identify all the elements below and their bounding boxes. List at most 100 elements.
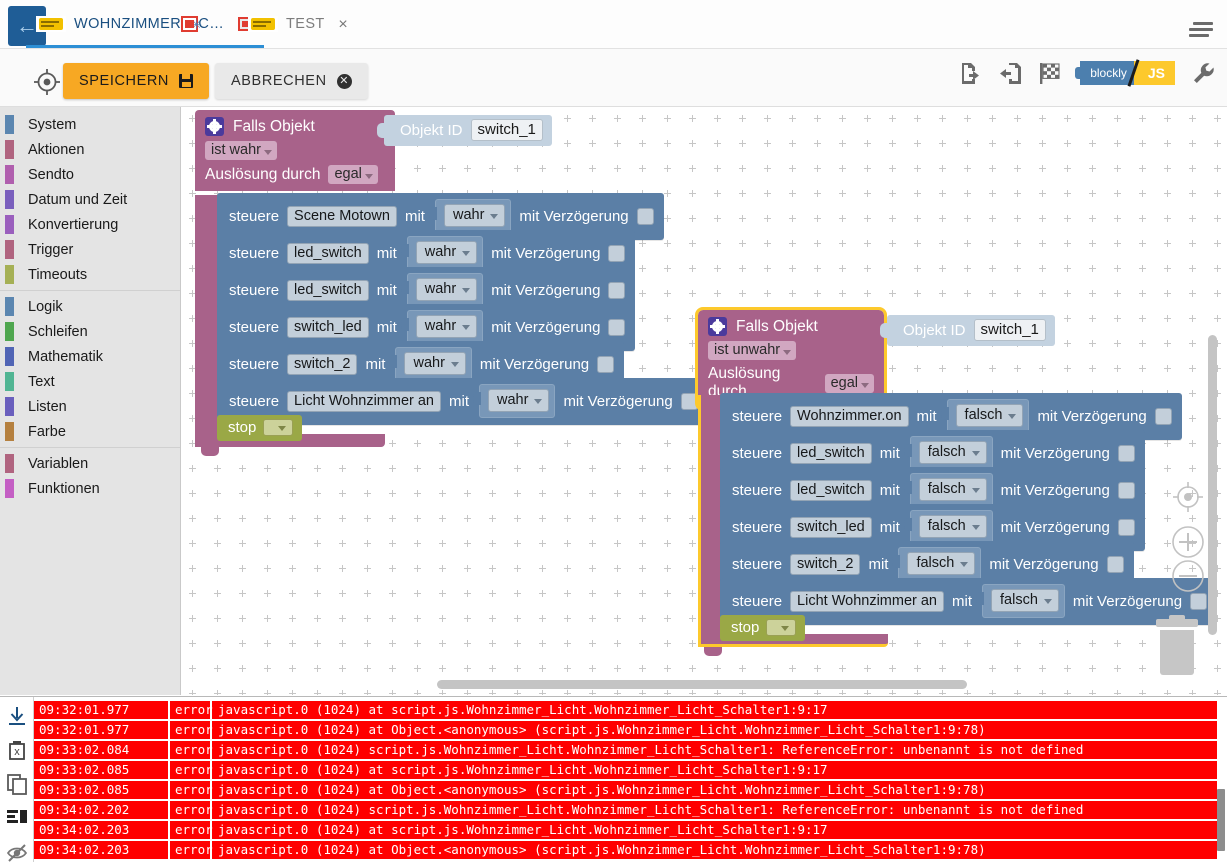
value-dropdown[interactable]: falsch <box>991 589 1059 612</box>
sidebar-item-listen[interactable]: Listen <box>0 394 180 419</box>
condition-dropdown[interactable]: ist unwahr <box>708 341 797 360</box>
sidebar-item-konvertierung[interactable]: Konvertierung <box>0 212 180 237</box>
sidebar-item-variablen[interactable]: Variablen <box>0 451 180 476</box>
delay-checkbox[interactable] <box>1154 407 1172 425</box>
stop-block[interactable]: stop <box>720 615 806 641</box>
crosshair-target-icon[interactable] <box>33 68 61 96</box>
sidebar-item-text[interactable]: Text <box>0 369 180 394</box>
sidebar-item-farbe[interactable]: Farbe <box>0 419 180 444</box>
copy-icon[interactable] <box>6 773 28 795</box>
tab-close-button[interactable]: × <box>336 17 350 33</box>
delay-checkbox[interactable] <box>680 392 698 410</box>
delay-checkbox[interactable] <box>1190 592 1208 610</box>
delay-checkbox[interactable] <box>1117 444 1135 462</box>
stop-block[interactable]: stop <box>217 415 303 441</box>
if-object-block-1[interactable]: Falls Objekt ist wahr Auslösung durch eg… <box>195 110 395 191</box>
log-row[interactable]: 09:33:02.085 error javascript.0 (1024) a… <box>34 781 1217 799</box>
statement-target[interactable]: Scene Motown <box>287 205 397 227</box>
log-rows[interactable]: 09:32:01.977 error javascript.0 (1024) a… <box>34 701 1217 860</box>
objid-value[interactable]: switch_1 <box>973 319 1046 341</box>
tab-wohnzimmer-licht[interactable]: WOHNZIMMER LIC… <box>26 0 265 48</box>
sidebar-item-logik[interactable]: Logik <box>0 294 180 319</box>
delay-checkbox[interactable] <box>597 355 615 373</box>
sidebar-item-datum-und-zeit[interactable]: Datum und Zeit <box>0 187 180 212</box>
delay-checkbox[interactable] <box>1117 518 1135 536</box>
value-dropdown[interactable]: falsch <box>907 552 976 575</box>
workspace-vertical-scrollbar[interactable] <box>1208 335 1217 635</box>
gear-icon[interactable] <box>205 117 224 136</box>
delay-checkbox[interactable] <box>608 244 626 262</box>
delay-checkbox[interactable] <box>1106 555 1124 573</box>
statement-target[interactable]: switch_2 <box>287 353 358 375</box>
save-button[interactable]: SPEICHERN <box>63 63 209 99</box>
stop-dropdown[interactable] <box>263 419 294 436</box>
blockly-js-toggle[interactable]: blockly JS <box>1075 59 1175 87</box>
eye-off-icon[interactable] <box>6 841 28 862</box>
log-row[interactable]: 09:34:02.203 error javascript.0 (1024) a… <box>34 821 1217 839</box>
workspace-horizontal-scrollbar[interactable] <box>437 680 967 689</box>
statement-target[interactable]: led_switch <box>287 279 369 301</box>
log-vertical-scrollbar[interactable] <box>1217 789 1225 851</box>
export-file-icon[interactable] <box>958 60 984 86</box>
delay-checkbox[interactable] <box>1117 481 1135 499</box>
statement-target[interactable]: led_switch <box>287 242 369 264</box>
log-row[interactable]: 09:33:02.085 error javascript.0 (1024) a… <box>34 761 1217 779</box>
zoom-in-icon[interactable] <box>1171 525 1205 559</box>
gear-icon[interactable] <box>708 317 727 336</box>
value-dropdown[interactable]: wahr <box>404 352 466 375</box>
value-dropdown[interactable]: falsch <box>918 515 987 538</box>
center-workspace-icon[interactable] <box>1171 480 1205 514</box>
hamburger-menu-icon[interactable] <box>1189 22 1213 37</box>
trigger-dropdown[interactable]: egal <box>824 373 874 393</box>
log-row[interactable]: 09:34:02.203 error javascript.0 (1024) a… <box>34 841 1217 859</box>
import-file-icon[interactable] <box>998 60 1024 86</box>
blockly-workspace[interactable]: Falls Objekt ist wahr Auslösung durch eg… <box>181 107 1227 695</box>
objid-input-block-2[interactable]: Objekt ID switch_1 <box>880 315 1055 346</box>
sidebar-item-schleifen[interactable]: Schleifen <box>0 319 180 344</box>
statement-target[interactable]: switch_led <box>790 516 872 538</box>
value-dropdown[interactable]: falsch <box>918 441 987 464</box>
value-dropdown[interactable]: wahr <box>443 204 506 227</box>
stop-dropdown[interactable] <box>766 619 797 636</box>
tab-test[interactable]: TEST <box>238 0 335 48</box>
sidebar-item-timeouts[interactable]: Timeouts <box>0 262 180 287</box>
value-dropdown[interactable]: wahr <box>415 278 478 301</box>
statement-target[interactable]: Licht Wohnzimmer an <box>790 590 944 612</box>
sidebar-item-sendto[interactable]: Sendto <box>0 162 180 187</box>
statement-target[interactable]: switch_2 <box>790 553 861 575</box>
delay-checkbox[interactable] <box>636 207 654 225</box>
download-icon[interactable] <box>6 705 28 727</box>
condition-dropdown[interactable]: ist wahr <box>205 141 277 160</box>
sidebar-item-aktionen[interactable]: Aktionen <box>0 137 180 162</box>
objid-input-block-1[interactable]: Objekt ID switch_1 <box>377 115 552 146</box>
zoom-out-icon[interactable] <box>1171 559 1205 593</box>
log-row[interactable]: 09:34:02.202 error javascript.0 (1024) s… <box>34 801 1217 819</box>
sidebar-item-mathematik[interactable]: Mathematik <box>0 344 180 369</box>
delay-checkbox[interactable] <box>608 281 626 299</box>
wrench-icon[interactable] <box>1191 60 1217 86</box>
value-dropdown[interactable]: falsch <box>918 478 987 501</box>
sidebar-item-funktionen[interactable]: Funktionen <box>0 476 180 501</box>
log-row[interactable]: 09:32:01.977 error javascript.0 (1024) a… <box>34 721 1217 739</box>
delay-checkbox[interactable] <box>608 318 626 336</box>
value-dropdown[interactable]: wahr <box>415 241 478 264</box>
log-row[interactable]: 09:33:02.084 error javascript.0 (1024) s… <box>34 741 1217 759</box>
log-row[interactable]: 09:32:01.977 error javascript.0 (1024) a… <box>34 701 1217 719</box>
checkered-flag-icon[interactable] <box>1038 60 1064 86</box>
sidebar-item-system[interactable]: System <box>0 112 180 137</box>
cancel-button[interactable]: ABBRECHEN ✕ <box>215 63 368 99</box>
trash-icon[interactable] <box>1154 615 1200 675</box>
value-dropdown[interactable]: wahr <box>488 389 550 412</box>
sidebar-item-trigger[interactable]: Trigger <box>0 237 180 262</box>
statement-target[interactable]: Wohnzimmer.on <box>790 405 909 427</box>
statement-target[interactable]: led_switch <box>790 479 872 501</box>
delete-icon[interactable]: x <box>6 739 28 761</box>
trigger-dropdown[interactable]: egal <box>328 165 378 184</box>
statement-target[interactable]: led_switch <box>790 442 872 464</box>
statement-target[interactable]: Licht Wohnzimmer an <box>287 390 441 412</box>
statement-target[interactable]: switch_led <box>287 316 369 338</box>
value-dropdown[interactable]: falsch <box>955 404 1024 427</box>
list-view-icon[interactable] <box>6 807 28 829</box>
objid-value[interactable]: switch_1 <box>470 119 543 141</box>
value-dropdown[interactable]: wahr <box>415 315 478 338</box>
